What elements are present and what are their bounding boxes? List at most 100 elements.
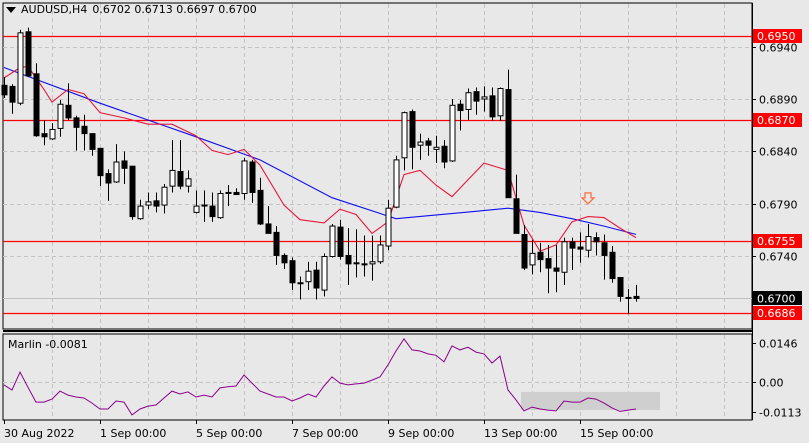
candle-body-bear <box>521 233 528 269</box>
candle-body-bull <box>377 244 384 263</box>
candle-body-bear <box>177 170 184 187</box>
candle-body-bear <box>505 89 512 199</box>
candle-body-bull <box>17 32 24 104</box>
x-tick-label: 9 Sep 00:00 <box>388 427 454 440</box>
candle-body-bull <box>481 96 488 100</box>
level-price-label: 0.6686 <box>757 307 796 320</box>
x-tick-label: 15 Sep 00:00 <box>580 427 653 440</box>
y-tick-label: 0.6890 <box>759 94 798 107</box>
candle-body-bull <box>305 270 312 283</box>
candle-body-bull <box>57 103 64 129</box>
highlight-box <box>521 391 660 411</box>
candle-body-bear <box>273 231 280 256</box>
level-price-label: 0.6950 <box>757 30 796 43</box>
candle <box>449 99 456 162</box>
candle-body-bear <box>569 241 576 249</box>
candle-body-bull <box>465 92 472 110</box>
candle-body-bear <box>1 84 8 96</box>
candle-body-bull <box>241 160 248 194</box>
candle-body-bull <box>385 207 392 247</box>
candle-body-bear <box>425 140 432 146</box>
candle-body-bear <box>33 73 40 137</box>
candle-body-bull <box>625 296 632 299</box>
candle <box>217 190 224 219</box>
candle-body-bear <box>345 254 352 265</box>
candle-body-bear <box>209 205 216 218</box>
candle-body-bear <box>617 277 624 297</box>
candle <box>321 253 328 297</box>
candle-body-bear <box>249 161 256 193</box>
candle-body-bull <box>449 104 456 162</box>
candle-body-bear <box>281 254 288 264</box>
candle-body-bear <box>265 223 272 234</box>
candle-body-bull <box>561 241 568 273</box>
ohlc-readout: 0.6702 0.6713 0.6697 0.6700 <box>92 3 257 16</box>
candle-body-bear <box>633 295 640 299</box>
candle-body-bear <box>601 242 608 256</box>
candle <box>241 157 248 200</box>
indicator-label: Marlin -0.0081 <box>8 338 88 351</box>
candle-body-bear <box>89 133 96 150</box>
candle-body-bull <box>113 161 120 183</box>
candle-body-bull <box>585 236 592 251</box>
price-chart[interactable]: 0.6940 0.6890 0.6840 0.6790 0.6740 0.0146 0.00… <box>0 0 809 443</box>
candle-body-bull <box>401 112 408 159</box>
candle-body-bull <box>145 201 152 206</box>
candle <box>497 87 504 122</box>
symbol-timeframe: AUDUSD,H4 <box>21 3 88 16</box>
candle-body-bull <box>201 204 208 207</box>
indicator-tick-label: 0.00 <box>759 377 784 390</box>
candle-body-bear <box>105 173 112 184</box>
level-price-label: 0.6755 <box>757 235 796 248</box>
candle-body-bear <box>409 111 416 148</box>
candle-body-bull <box>433 146 440 150</box>
dropdown-triangle-icon[interactable] <box>6 6 16 13</box>
candle-body-bear <box>545 258 552 269</box>
candle-body-bear <box>441 145 448 163</box>
candle-body-bear <box>73 117 80 128</box>
x-tick-label: 30 Aug 2022 <box>4 427 74 440</box>
candle-body-bull <box>297 282 304 285</box>
candle <box>33 63 40 137</box>
y-tick-label: 0.6940 <box>759 42 798 55</box>
candle-body-bear <box>233 191 240 196</box>
candle-body-bear <box>81 125 88 135</box>
candle-body-bull <box>497 88 504 117</box>
candle-body-bear <box>41 133 48 138</box>
candle-body-bull <box>361 263 368 266</box>
chart-header: AUDUSD,H4 0.6702 0.6713 0.6697 0.6700 <box>6 3 257 16</box>
candle-body-bear <box>9 85 16 103</box>
level-price-label: 0.6870 <box>757 114 796 127</box>
candle-body-bear <box>473 91 480 102</box>
candle-body-bear <box>609 251 616 280</box>
candle-body-bear <box>537 251 544 261</box>
x-tick-label: 7 Sep 00:00 <box>292 427 358 440</box>
candle <box>129 165 136 220</box>
candle-body-bear <box>289 260 296 284</box>
candle-body-bear <box>97 147 104 177</box>
y-tick-label: 0.6740 <box>759 251 798 264</box>
x-tick-label: 13 Sep 00:00 <box>484 427 557 440</box>
candle-body-bull <box>169 169 176 187</box>
candle <box>393 155 400 209</box>
candle-body-bear <box>593 237 600 243</box>
candle-body-bear <box>513 198 520 234</box>
x-tick-label: 1 Sep 00:00 <box>100 427 166 440</box>
x-tick-label: 5 Sep 00:00 <box>196 427 262 440</box>
candle-body-bull <box>369 261 376 265</box>
candle-body-bull <box>161 186 168 206</box>
candle-body-bear <box>577 246 584 250</box>
candle-body-bull <box>217 193 224 219</box>
candle-body-bear <box>129 165 136 218</box>
candle <box>329 223 336 258</box>
candle-body-bear <box>65 104 72 119</box>
candle-body-bear <box>337 226 344 258</box>
candle <box>25 27 32 77</box>
candle-body-bull <box>529 252 536 266</box>
candle-body-bull <box>393 159 400 208</box>
candle-body-bear <box>25 31 32 77</box>
candle-body-bull <box>353 262 360 265</box>
y-tick-label: 0.6840 <box>759 146 798 159</box>
indicator-tick-label: 0.0146 <box>759 338 798 351</box>
candle-body-bull <box>49 128 56 140</box>
